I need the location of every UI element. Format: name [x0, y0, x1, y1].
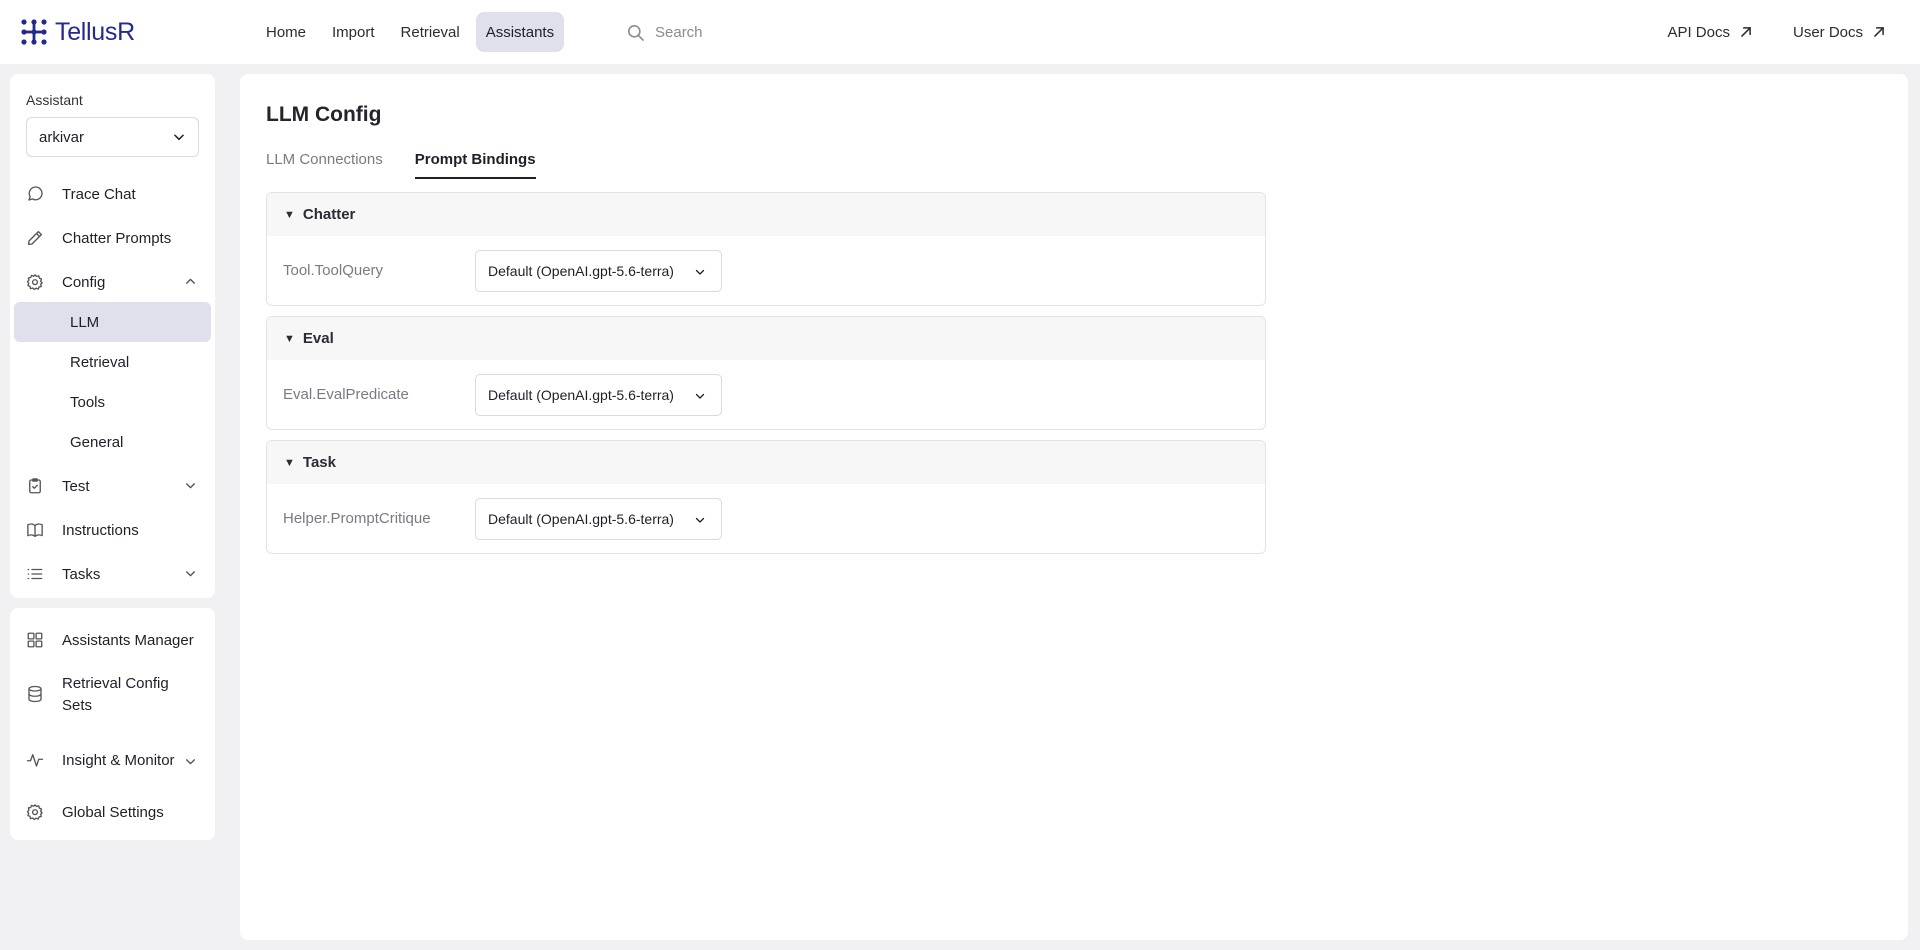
model-select[interactable]: Default (OpenAI.gpt-5.6-terra) [475, 498, 722, 540]
search-icon [627, 24, 644, 41]
model-select[interactable]: Default (OpenAI.gpt-5.6-terra) [475, 374, 722, 416]
main-nav: Home Import Retrieval Assistants [256, 12, 565, 52]
gear-icon [26, 804, 43, 821]
sidebar-item-label: Tasks [62, 565, 101, 583]
binding-label: Eval.EvalPredicate [283, 386, 409, 403]
sidebar-subitem-retrieval[interactable]: Retrieval [14, 342, 211, 382]
sidebar-item-chatter-prompts[interactable]: Chatter Prompts [14, 218, 211, 258]
assistant-label: Assistant [26, 92, 83, 108]
model-select-value: Default (OpenAI.gpt-5.6-terra) [488, 263, 674, 279]
pencil-icon [27, 230, 43, 246]
binding-row: Tool.ToolQuery Default (OpenAI.gpt-5.6-t… [267, 236, 1265, 305]
chevron-down-icon [695, 517, 705, 523]
sidebar-item-test[interactable]: Test [14, 466, 211, 506]
model-select[interactable]: Default (OpenAI.gpt-5.6-terra) [475, 250, 722, 292]
caret-down-icon: ▼ [284, 456, 295, 469]
list-icon [27, 568, 43, 580]
search-input[interactable] [655, 23, 855, 41]
grid-icon [27, 632, 43, 648]
user-docs-label: User Docs [1792, 23, 1863, 41]
sidebar-item-insight-monitor[interactable]: Insight & Monitor [14, 736, 211, 786]
sidebar-item-label: Test [62, 477, 90, 495]
model-select-value: Default (OpenAI.gpt-5.6-terra) [488, 387, 674, 403]
nav-retrieval[interactable]: Retrieval [391, 12, 470, 52]
caret-down-icon: ▼ [284, 208, 295, 221]
binding-row: Helper.PromptCritique Default (OpenAI.gp… [267, 484, 1265, 553]
page-title: LLM Config [266, 103, 382, 126]
assistant-select[interactable]: arkivar [26, 117, 199, 157]
group-header[interactable]: ▼ Task [267, 441, 1265, 484]
sidebar-item-label: Config [62, 273, 106, 291]
api-docs-link[interactable]: API Docs [1667, 24, 1753, 41]
book-icon [27, 523, 43, 538]
sidebar-item-label: Insight & Monitor [62, 752, 175, 769]
sidebar-item-assistants-manager[interactable]: Assistants Manager [14, 620, 211, 660]
gear-icon [26, 274, 43, 291]
binding-row: Eval.EvalPredicate Default (OpenAI.gpt-5… [267, 360, 1265, 429]
sidebar-item-label: Global Settings [62, 803, 164, 821]
logo[interactable]: TellusR [20, 16, 135, 48]
model-select-value: Default (OpenAI.gpt-5.6-terra) [488, 511, 674, 527]
binding-group-chatter: ▼ Chatter Tool.ToolQuery Default (OpenAI… [266, 192, 1266, 306]
sidebar-subitem-general[interactable]: General [14, 422, 211, 462]
sidebar-item-label: Assistants Manager [62, 631, 194, 649]
sidebar-item-label: Chatter Prompts [62, 229, 172, 247]
tabs: LLM Connections Prompt Bindings [266, 151, 536, 179]
user-docs-link[interactable]: User Docs [1793, 24, 1886, 41]
tab-prompt-bindings[interactable]: Prompt Bindings [414, 151, 536, 179]
top-bar: TellusR Home Import Retrieval Assistants… [0, 0, 1920, 64]
external-arrow-icon [1741, 27, 1751, 37]
tab-llm-connections[interactable]: LLM Connections [266, 151, 383, 179]
sidebar-item-config[interactable]: Config [14, 262, 211, 302]
binding-label: Tool.ToolQuery [283, 262, 384, 279]
binding-group-task: ▼ Task Helper.PromptCritique Default (Op… [266, 440, 1266, 554]
group-title: Chatter [302, 206, 356, 223]
nav-home[interactable]: Home [256, 12, 316, 52]
sidebar-item-retrieval-config-sets[interactable]: Retrieval Config Sets [14, 670, 211, 720]
app-name: TellusR [55, 17, 135, 46]
tellusr-logo-icon [21, 19, 47, 45]
chat-bubble-icon [28, 186, 43, 201]
chevron-down-icon [186, 571, 195, 577]
sidebar-item-trace-chat[interactable]: Trace Chat [14, 174, 211, 214]
binding-group-eval: ▼ Eval Eval.EvalPredicate Default (OpenA… [266, 316, 1266, 430]
sidebar-item-label: Instructions [62, 521, 139, 539]
sidebar-item-label: Retrieval Config Sets [62, 675, 169, 714]
chevron-down-icon [186, 759, 195, 765]
doc-links: API Docs User Docs [1667, 16, 1886, 48]
assistant-select-value: arkivar [39, 128, 85, 146]
group-title: Eval [302, 330, 334, 347]
database-icon [28, 685, 42, 703]
sidebar-assistant-panel: Assistant arkivar Trace Chat Chatter Pro… [10, 74, 215, 598]
group-header[interactable]: ▼ Eval [267, 317, 1265, 360]
external-arrow-icon [1874, 27, 1884, 37]
activity-pulse-icon [26, 754, 44, 767]
api-docs-label: API Docs [1667, 23, 1730, 41]
sidebar-item-instructions[interactable]: Instructions [14, 510, 211, 550]
binding-label: Helper.PromptCritique [283, 510, 431, 527]
search-box [626, 18, 886, 46]
group-header[interactable]: ▼ Chatter [267, 193, 1265, 236]
chevron-down-icon [174, 134, 184, 141]
nav-import[interactable]: Import [322, 12, 385, 52]
sidebar-subitem-llm[interactable]: LLM [14, 302, 211, 342]
chevron-down-icon [695, 269, 705, 275]
chevron-up-icon [186, 278, 195, 284]
sidebar-global-panel: Assistants Manager Retrieval Config Sets… [10, 608, 215, 840]
group-title: Task [302, 454, 336, 471]
chevron-down-icon [695, 393, 705, 399]
caret-down-icon: ▼ [284, 332, 295, 345]
nav-assistants[interactable]: Assistants [475, 12, 565, 52]
chevron-down-icon [186, 483, 195, 489]
sidebar-item-tasks[interactable]: Tasks [14, 554, 211, 594]
clipboard-check-icon [29, 478, 41, 494]
sidebar-subitem-tools[interactable]: Tools [14, 382, 211, 422]
sidebar-item-global-settings[interactable]: Global Settings [14, 792, 211, 832]
sidebar-item-label: Trace Chat [62, 185, 136, 203]
main-content: LLM Config LLM Connections Prompt Bindin… [240, 74, 1908, 940]
